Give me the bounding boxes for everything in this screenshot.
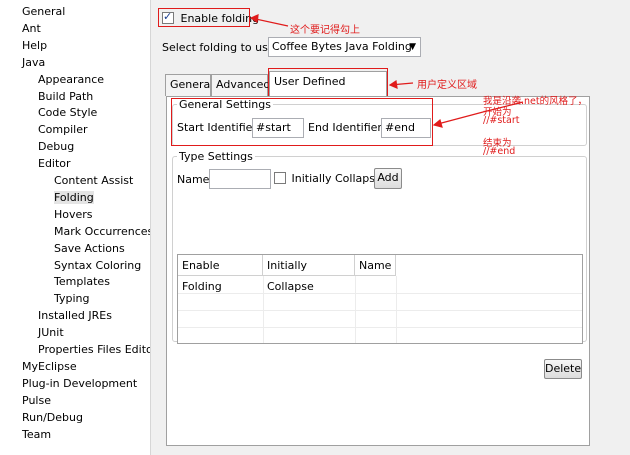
tree-item[interactable]: Pulse (22, 393, 51, 409)
tree-item[interactable]: Appearance (38, 72, 104, 88)
annotation-right-3: //#start (483, 115, 520, 126)
tree-item-label: Team (22, 427, 52, 441)
tree-item-label: Save Actions (54, 241, 125, 255)
tree-item[interactable]: Ant (22, 21, 41, 37)
tree-item[interactable]: JUnit (38, 325, 64, 341)
tree-item[interactable]: Syntax Coloring (54, 258, 141, 274)
tree-item-label: Hovers (54, 207, 93, 221)
tree-item-label: Help (22, 38, 48, 52)
tree-item[interactable]: Code Style (38, 105, 97, 121)
tree-item-label: Code Style (38, 106, 98, 120)
tree-item[interactable]: Mark Occurrences (54, 224, 151, 240)
tree-item[interactable]: Save Actions (54, 241, 125, 257)
tree-item-label: Java (22, 55, 46, 69)
tree-item-label: Installed JREs (38, 309, 112, 323)
tree-item[interactable]: Run/Debug (22, 410, 83, 426)
tree-item-label: Debug (38, 140, 75, 154)
tree-item-label: Run/Debug (22, 410, 83, 424)
tree-item-label: Syntax Coloring (54, 258, 142, 272)
folding-preferences-panel: Enable folding Select folding to use: Co… (151, 0, 630, 455)
tree-item[interactable]: Properties Files Edito (38, 342, 151, 358)
tree-item-label: Pulse (22, 393, 51, 407)
annotation-enable: 这个要记得勾上 (290, 25, 360, 36)
tree-item[interactable]: Build Path (38, 89, 93, 105)
annotation-tab: 用户定义区域 (417, 80, 477, 91)
tree-item[interactable]: General (22, 4, 65, 20)
tree-item[interactable]: Installed JREs (38, 308, 112, 324)
tree-item[interactable]: Java (22, 55, 45, 71)
tree-item-label: Build Path (38, 89, 94, 103)
tree-item[interactable]: Team (22, 427, 51, 443)
tree-item-label: Properties Files Edito (38, 343, 151, 356)
tree-item[interactable]: MyEclipse (22, 359, 77, 375)
tree-item[interactable]: Editor (38, 156, 71, 172)
tree-item[interactable]: Compiler (38, 122, 88, 138)
tree-item-label: Appearance (38, 72, 105, 86)
tree-item[interactable]: Help (22, 38, 47, 54)
tree-item-label: Ant (22, 21, 41, 35)
tree-item-label: Typing (54, 292, 90, 306)
preferences-tree[interactable]: General Ant Help Java Appearance Build Path Co… (0, 0, 151, 455)
tree-item-label: Mark Occurrences (54, 224, 151, 238)
tree-item-label: JUnit (38, 326, 64, 340)
tree-item-label: General (22, 5, 66, 18)
tree-item[interactable]: Plug-in Development (22, 376, 137, 392)
tree-item-label: Content Assist (54, 174, 134, 187)
tree-item[interactable]: Content Assist (54, 173, 133, 189)
tree-item[interactable]: Debug (38, 139, 74, 155)
tree-item[interactable]: Typing (54, 291, 90, 307)
tree-item[interactable]: Hovers (54, 207, 93, 223)
tree-item-label: MyEclipse (22, 359, 77, 373)
tree-item[interactable]: Folding (54, 190, 94, 206)
tree-item-label: Folding (54, 190, 94, 204)
tree-item-label: Plug-in Development (22, 376, 138, 390)
tree-item-label: Editor (38, 157, 71, 171)
tree-item-label: Compiler (38, 123, 88, 137)
tree-item-label: Templates (54, 275, 110, 289)
annotation-arrows (249, 14, 524, 128)
tree-item[interactable]: Templates (54, 274, 110, 290)
annotation-right-5: //#end (483, 146, 516, 157)
